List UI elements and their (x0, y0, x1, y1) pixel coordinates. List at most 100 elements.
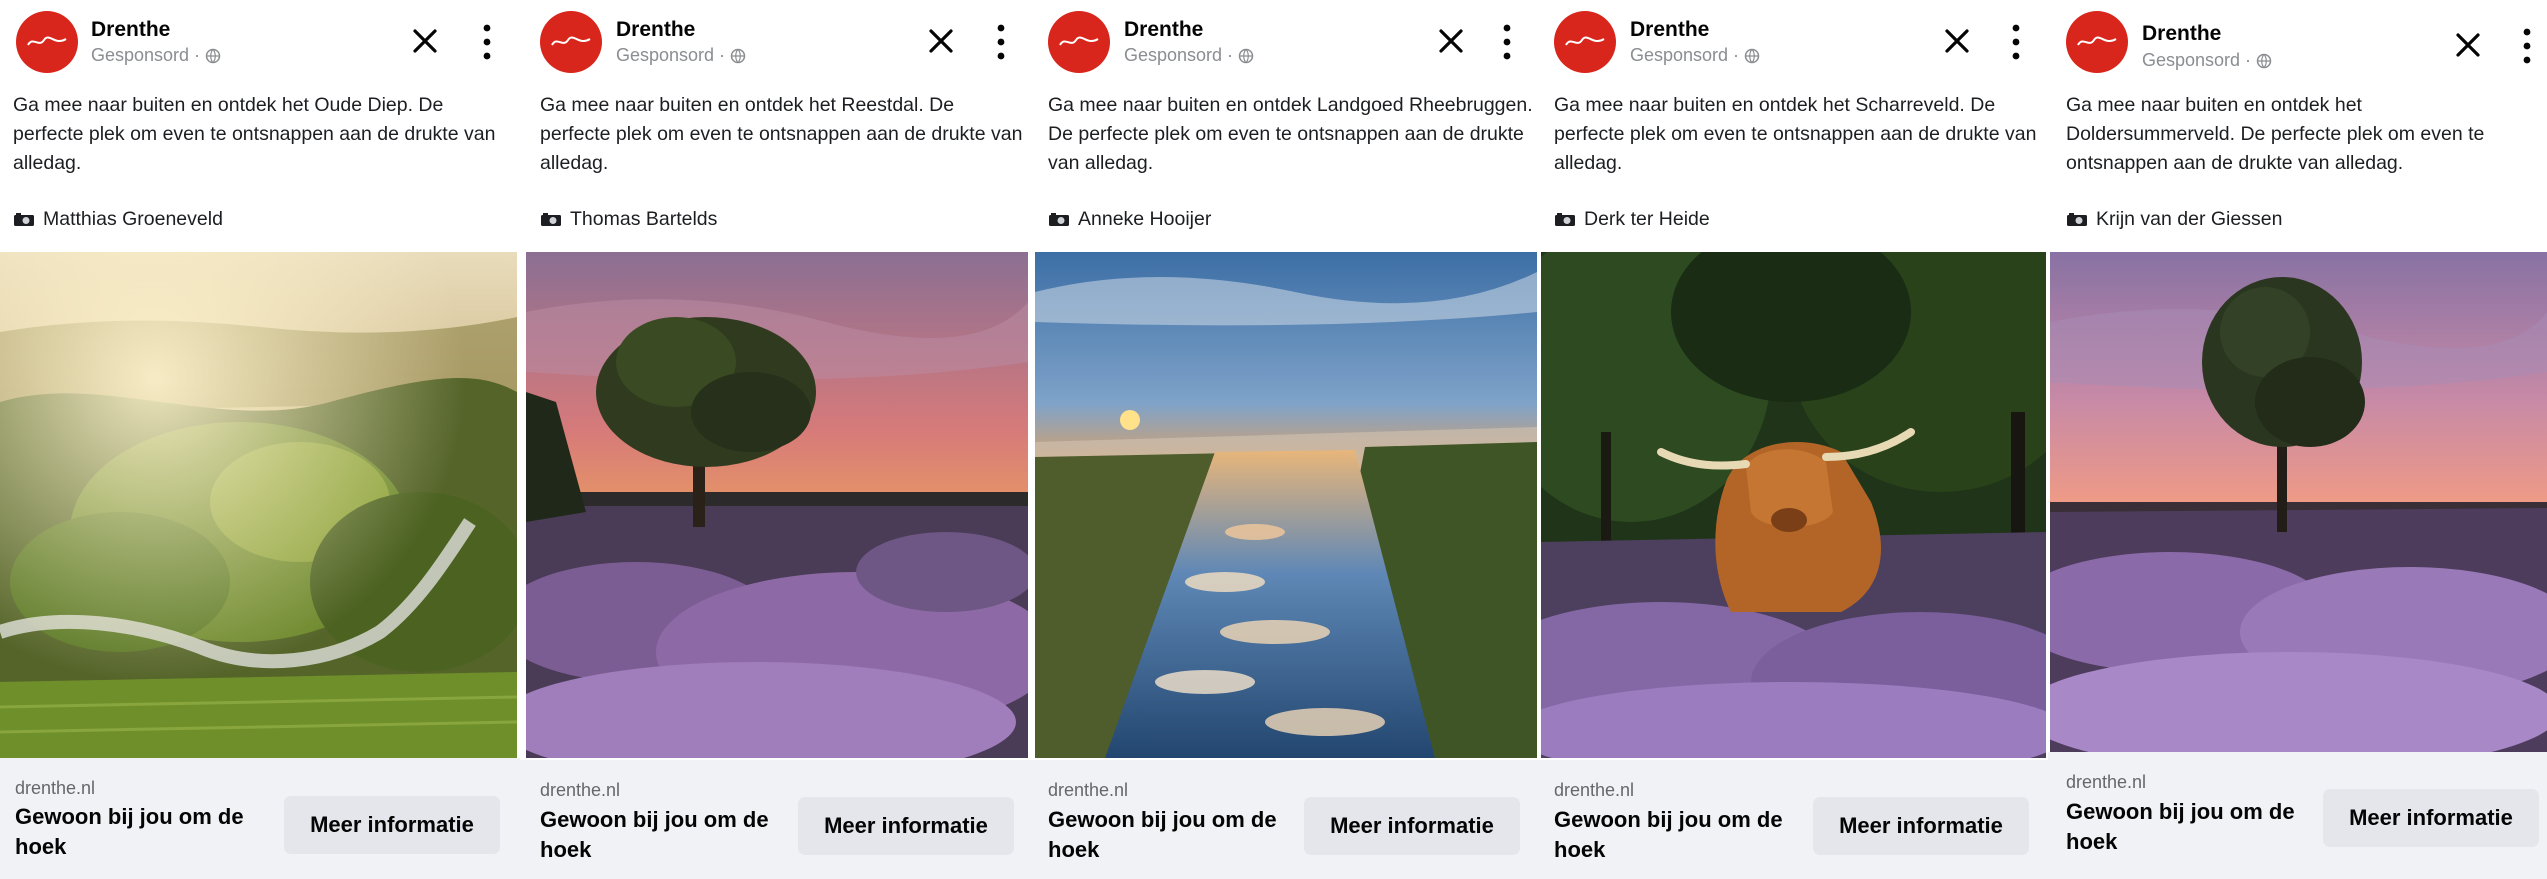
photo-credit: Thomas Bartelds (540, 208, 717, 231)
photo-scharreveld (1541, 252, 2046, 758)
link-headline[interactable]: Gewoon bij jou om de hoek (1554, 805, 1794, 865)
photographer-name: Derk ter Heide (1584, 208, 1710, 230)
globe-icon (205, 48, 221, 63)
more-info-button[interactable]: Meer informatie (2323, 789, 2539, 847)
sponsored-label: Gesponsord · (616, 45, 746, 66)
ad-body-text: Ga mee naar buiten en ontdek het Oude Di… (13, 94, 496, 174)
sponsored-label: Gesponsord · (1124, 45, 1254, 66)
close-icon[interactable] (1434, 24, 1468, 58)
close-icon[interactable] (408, 24, 442, 58)
camera-icon (1555, 213, 1575, 226)
ad-body-text: Ga mee naar buiten en ontdek Landgoed Rh… (1048, 94, 1533, 174)
more-info-button[interactable]: Meer informatie (1304, 797, 1520, 855)
page-name[interactable]: Drenthe (616, 18, 695, 42)
photo-credit: Derk ter Heide (1554, 208, 1710, 231)
photo-doldersummerveld (2050, 252, 2547, 752)
more-options-icon[interactable] (480, 22, 494, 62)
avatar[interactable] (1554, 11, 1616, 73)
sponsored-text: Gesponsord · (1124, 45, 1234, 65)
more-options-icon[interactable] (2009, 22, 2023, 62)
ad-header: Drenthe Gesponsord · (520, 0, 1030, 90)
ad-card: Drenthe Gesponsord · Ga mee naar buiten … (520, 0, 1030, 879)
ad-card: Drenthe Gesponsord · Ga mee naar buiten … (1538, 0, 2048, 879)
sponsored-text: Gesponsord · (616, 45, 726, 65)
ad-footer[interactable]: drenthe.nl Gewoon bij jou om de hoek Mee… (1538, 760, 2048, 879)
photographer-name: Krijn van der Giessen (2096, 208, 2283, 230)
photographer-name: Matthias Groeneveld (43, 208, 223, 230)
sponsored-ads-strip: Drenthe Gesponsord · Ga mee naar buiten … (0, 0, 2547, 879)
drenthe-logo (27, 36, 67, 46)
page-name[interactable]: Drenthe (2142, 22, 2221, 46)
ad-body-text: Ga mee naar buiten en ontdek het Scharre… (1554, 94, 2037, 174)
photo-rheebruggen (1035, 252, 1537, 758)
ad-photo[interactable] (1541, 252, 2046, 758)
ad-footer[interactable]: drenthe.nl Gewoon bij jou om de hoek Mee… (520, 760, 1030, 879)
close-icon[interactable] (924, 24, 958, 58)
globe-icon (2256, 53, 2272, 68)
sponsored-label: Gesponsord · (1630, 45, 1760, 66)
link-headline[interactable]: Gewoon bij jou om de hoek (2066, 797, 2306, 857)
ad-photo[interactable] (0, 252, 517, 758)
link-headline[interactable]: Gewoon bij jou om de hoek (540, 805, 780, 865)
globe-icon (1238, 48, 1254, 63)
photographer-name: Thomas Bartelds (570, 208, 718, 230)
camera-icon (14, 213, 34, 226)
more-options-icon[interactable] (994, 22, 1008, 62)
link-domain: drenthe.nl (1554, 780, 1635, 800)
close-icon[interactable] (2451, 28, 2485, 62)
camera-icon (1049, 213, 1069, 226)
page-name[interactable]: Drenthe (91, 18, 170, 42)
globe-icon (730, 48, 746, 63)
link-domain: drenthe.nl (2066, 772, 2147, 792)
camera-icon (541, 213, 561, 226)
ad-footer[interactable]: drenthe.nl Gewoon bij jou om de hoek Mee… (0, 758, 520, 879)
avatar[interactable] (1048, 11, 1110, 73)
sponsored-text: Gesponsord · (91, 45, 201, 65)
drenthe-logo (1565, 36, 1605, 46)
ad-header: Drenthe Gesponsord · (2048, 0, 2547, 90)
more-info-button[interactable]: Meer informatie (284, 796, 500, 854)
ad-header: Drenthe Gesponsord · (0, 0, 520, 90)
close-icon[interactable] (1940, 24, 1974, 58)
ad-card: Drenthe Gesponsord · Ga mee naar buiten … (1030, 0, 1538, 879)
ad-body-text: Ga mee naar buiten en ontdek het Dolders… (2066, 94, 2485, 174)
ad-photo[interactable] (526, 252, 1028, 758)
link-headline[interactable]: Gewoon bij jou om de hoek (15, 802, 255, 862)
ad-footer[interactable]: drenthe.nl Gewoon bij jou om de hoek Mee… (2048, 752, 2547, 879)
ad-header: Drenthe Gesponsord · (1538, 0, 2048, 90)
avatar[interactable] (16, 11, 78, 73)
link-headline[interactable]: Gewoon bij jou om de hoek (1048, 805, 1288, 865)
ad-photo[interactable] (1035, 252, 1537, 758)
more-info-button[interactable]: Meer informatie (1813, 797, 2029, 855)
ad-card: Drenthe Gesponsord · Ga mee naar buiten … (0, 0, 520, 879)
ad-body-text: Ga mee naar buiten en ontdek het Reestda… (540, 94, 1023, 174)
more-info-button[interactable]: Meer informatie (798, 797, 1014, 855)
link-domain: drenthe.nl (1048, 780, 1129, 800)
sponsored-text: Gesponsord · (1630, 45, 1740, 65)
globe-icon (1744, 48, 1760, 63)
drenthe-logo (551, 36, 591, 46)
drenthe-logo (1059, 36, 1099, 46)
photo-credit: Krijn van der Giessen (2066, 208, 2282, 231)
sponsored-label: Gesponsord · (2142, 50, 2272, 71)
drenthe-logo (2077, 36, 2117, 46)
sponsored-text: Gesponsord · (2142, 50, 2252, 70)
photo-credit: Matthias Groeneveld (13, 208, 223, 231)
ad-photo[interactable] (2050, 252, 2547, 752)
photographer-name: Anneke Hooijer (1078, 208, 1212, 230)
photo-oude-diep (0, 252, 517, 758)
page-name[interactable]: Drenthe (1630, 18, 1709, 42)
link-domain: drenthe.nl (540, 780, 621, 800)
page-name[interactable]: Drenthe (1124, 18, 1203, 42)
ad-card: Drenthe Gesponsord · Ga mee naar buiten … (2048, 0, 2547, 879)
avatar[interactable] (540, 11, 602, 73)
link-domain: drenthe.nl (15, 778, 96, 798)
more-options-icon[interactable] (1500, 22, 1514, 62)
photo-reestdal (526, 252, 1028, 758)
sponsored-label: Gesponsord · (91, 45, 221, 66)
avatar[interactable] (2066, 11, 2128, 73)
ad-footer[interactable]: drenthe.nl Gewoon bij jou om de hoek Mee… (1030, 760, 1538, 879)
camera-icon (2067, 213, 2087, 226)
more-options-icon[interactable] (2520, 26, 2534, 66)
photo-credit: Anneke Hooijer (1048, 208, 1211, 231)
